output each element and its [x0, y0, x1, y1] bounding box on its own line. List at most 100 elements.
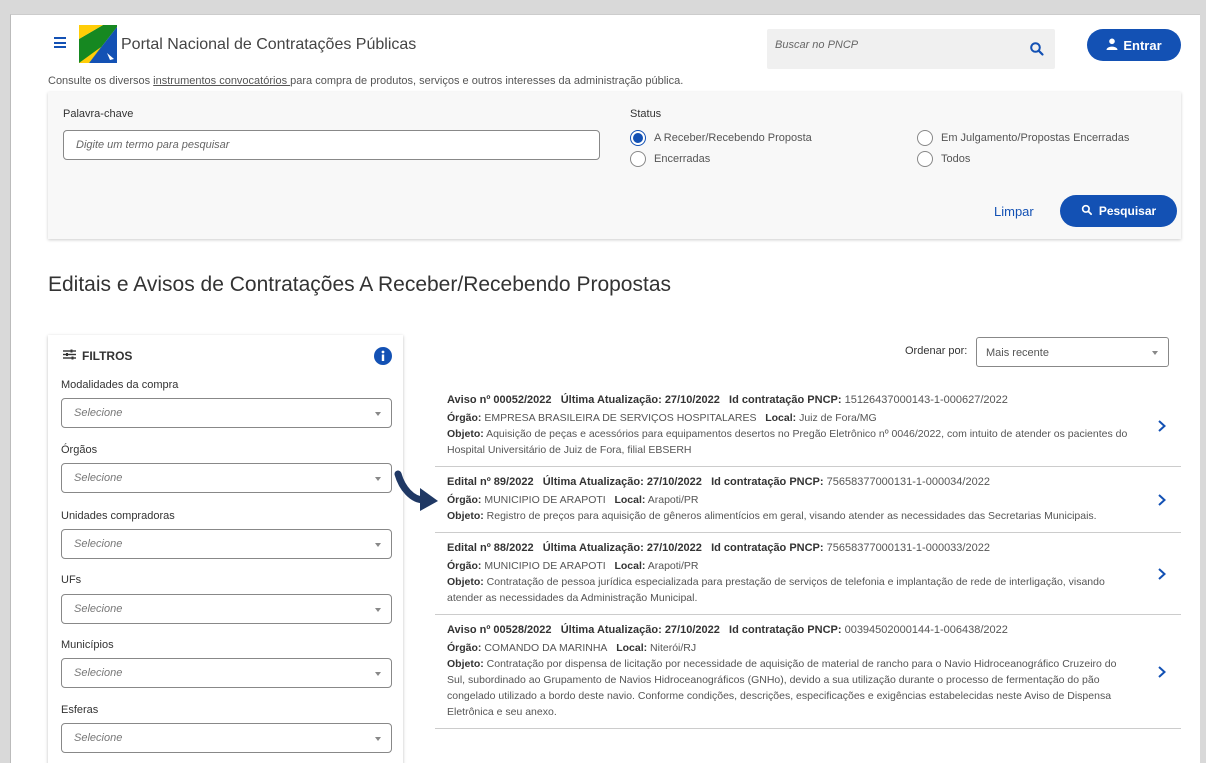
filter-label-unidades: Unidades compradoras	[61, 510, 175, 522]
filter-select-unidades[interactable]: Selecione	[61, 529, 392, 559]
pncp-logo[interactable]	[79, 25, 117, 63]
status-radio-todos[interactable]: Todos	[917, 151, 970, 167]
objeto-label: Objeto:	[447, 576, 484, 588]
result-objeto: Aquisição de peças e acessórios para equ…	[447, 428, 1128, 456]
instrumentos-link[interactable]: instrumentos convocatórios	[153, 75, 290, 87]
radio-icon	[917, 151, 933, 167]
select-value: Selecione	[74, 667, 123, 679]
result-title: Edital nº 88/2022	[447, 542, 534, 554]
search-button[interactable]: Pesquisar	[1060, 195, 1177, 227]
result-orgao-line: Órgão: COMANDO DA MARINHA Local: Niterói…	[447, 640, 1131, 656]
info-icon[interactable]	[374, 347, 392, 365]
result-local: Arapoti/PR	[647, 560, 699, 572]
result-pncp-id: 75658377000131-1-000034/2022	[826, 476, 990, 488]
chevron-right-icon[interactable]	[1157, 419, 1167, 433]
result-updated: 27/10/2022	[646, 542, 702, 554]
login-label: Entrar	[1123, 37, 1162, 53]
intro-text: Consulte os diversos instrumentos convoc…	[48, 75, 683, 87]
filter-label-esferas: Esferas	[61, 704, 99, 716]
pncp-id-label: Id contratação PNCP:	[711, 476, 824, 488]
status-label: Status	[630, 108, 662, 120]
filters-header: FILTROS	[63, 349, 132, 363]
intro-before: Consulte os diversos	[48, 75, 154, 87]
result-orgao: MUNICIPIO DE ARAPOTI	[484, 560, 606, 572]
page-title: Editais e Avisos de Contratações A Receb…	[48, 273, 671, 296]
status-radio-julgamento[interactable]: Em Julgamento/Propostas Encerradas	[917, 130, 1129, 146]
filter-label-municipios: Municípios	[61, 639, 114, 651]
select-value: Selecione	[74, 472, 123, 484]
filter-label-modalidades: Modalidades da compra	[61, 379, 179, 391]
filter-select-ufs[interactable]: Selecione	[61, 594, 392, 624]
clear-button[interactable]: Limpar	[994, 204, 1034, 219]
local-label: Local:	[614, 560, 646, 572]
caret-down-icon	[375, 543, 381, 547]
menu-icon[interactable]	[54, 37, 66, 48]
orgao-label: Órgão:	[447, 412, 482, 424]
filter-sliders-icon	[63, 349, 76, 363]
result-pncp-id: 75658377000131-1-000033/2022	[826, 542, 990, 554]
orgao-label: Órgão:	[447, 494, 482, 506]
result-item[interactable]: Aviso nº 00528/2022 Última Atualização: …	[435, 615, 1181, 729]
radio-selected-icon	[630, 130, 646, 146]
chevron-right-icon[interactable]	[1157, 567, 1167, 581]
result-orgao-line: Órgão: MUNICIPIO DE ARAPOTI Local: Arapo…	[447, 492, 1131, 508]
result-orgao: COMANDO DA MARINHA	[484, 642, 608, 654]
status-option-label: A Receber/Recebendo Proposta	[654, 132, 812, 144]
status-option-label: Em Julgamento/Propostas Encerradas	[941, 132, 1130, 144]
keyword-input[interactable]	[63, 130, 600, 160]
result-item[interactable]: Aviso nº 00052/2022 Última Atualização: …	[435, 385, 1181, 467]
sort-select[interactable]: Mais recente	[976, 337, 1169, 367]
result-objeto-line: Objeto: Contratação por dispensa de lici…	[447, 656, 1131, 720]
result-objeto-line: Objeto: Contratação de pessoa jurídica e…	[447, 574, 1131, 606]
caret-down-icon	[375, 412, 381, 416]
filter-select-modalidades[interactable]: Selecione	[61, 398, 392, 428]
result-objeto-line: Objeto: Aquisição de peças e acessórios …	[447, 426, 1131, 458]
result-updated: 27/10/2022	[646, 476, 702, 488]
local-label: Local:	[614, 494, 646, 506]
status-radio-recebendo[interactable]: A Receber/Recebendo Proposta	[630, 130, 812, 146]
radio-icon	[630, 151, 646, 167]
keyword-label: Palavra-chave	[63, 108, 134, 120]
select-value: Selecione	[74, 732, 123, 744]
chevron-right-icon[interactable]	[1157, 665, 1167, 679]
result-item[interactable]: Edital nº 88/2022 Última Atualização: 27…	[435, 533, 1181, 615]
updated-label: Última Atualização:	[560, 394, 662, 406]
sort-value: Mais recente	[986, 347, 1049, 359]
result-title: Edital nº 89/2022	[447, 476, 534, 488]
result-title: Aviso nº 00052/2022	[447, 394, 552, 406]
objeto-label: Objeto:	[447, 510, 484, 522]
result-orgao-line: Órgão: MUNICIPIO DE ARAPOTI Local: Arapo…	[447, 558, 1131, 574]
filter-label-ufs: UFs	[61, 574, 82, 586]
result-objeto: Contratação de pessoa jurídica especiali…	[447, 576, 1105, 604]
caret-down-icon	[1152, 351, 1158, 355]
status-option-label: Encerradas	[654, 153, 711, 165]
chevron-right-icon[interactable]	[1157, 493, 1167, 507]
sort-label: Ordenar por:	[905, 345, 968, 357]
select-value: Selecione	[74, 538, 123, 550]
filter-select-esferas[interactable]: Selecione	[61, 723, 392, 753]
site-title[interactable]: Portal Nacional de Contratações Públicas	[121, 36, 416, 54]
login-button[interactable]: Entrar	[1087, 29, 1181, 61]
result-item[interactable]: Edital nº 89/2022 Última Atualização: 27…	[435, 467, 1181, 533]
orgao-label: Órgão:	[447, 560, 482, 572]
result-objeto: Registro de preços para aquisição de gên…	[486, 510, 1097, 522]
intro-after: para compra de produtos, serviços e outr…	[290, 75, 684, 87]
result-orgao: MUNICIPIO DE ARAPOTI	[484, 494, 606, 506]
site-header: Portal Nacional de Contratações Públicas…	[11, 15, 1200, 73]
search-icon[interactable]	[1029, 41, 1045, 57]
result-pncp-id: 15126437000143-1-000627/2022	[844, 394, 1008, 406]
user-icon	[1106, 38, 1118, 53]
local-label: Local:	[616, 642, 648, 654]
search-panel: Palavra-chave Status A Receber/Recebendo…	[48, 92, 1181, 239]
global-search-input[interactable]	[775, 39, 1015, 51]
filter-select-municipios[interactable]: Selecione	[61, 658, 392, 688]
pncp-id-label: Id contratação PNCP:	[711, 542, 824, 554]
filters-panel: FILTROS Modalidades da compra Selecione …	[48, 335, 403, 763]
updated-label: Última Atualização:	[560, 624, 662, 636]
filter-select-orgaos[interactable]: Selecione	[61, 463, 392, 493]
status-radio-encerradas[interactable]: Encerradas	[630, 151, 710, 167]
pncp-id-label: Id contratação PNCP:	[729, 624, 842, 636]
global-search[interactable]	[767, 29, 1055, 69]
filter-label-orgaos: Órgãos	[61, 444, 98, 456]
result-local: Juiz de Fora/MG	[799, 412, 877, 424]
